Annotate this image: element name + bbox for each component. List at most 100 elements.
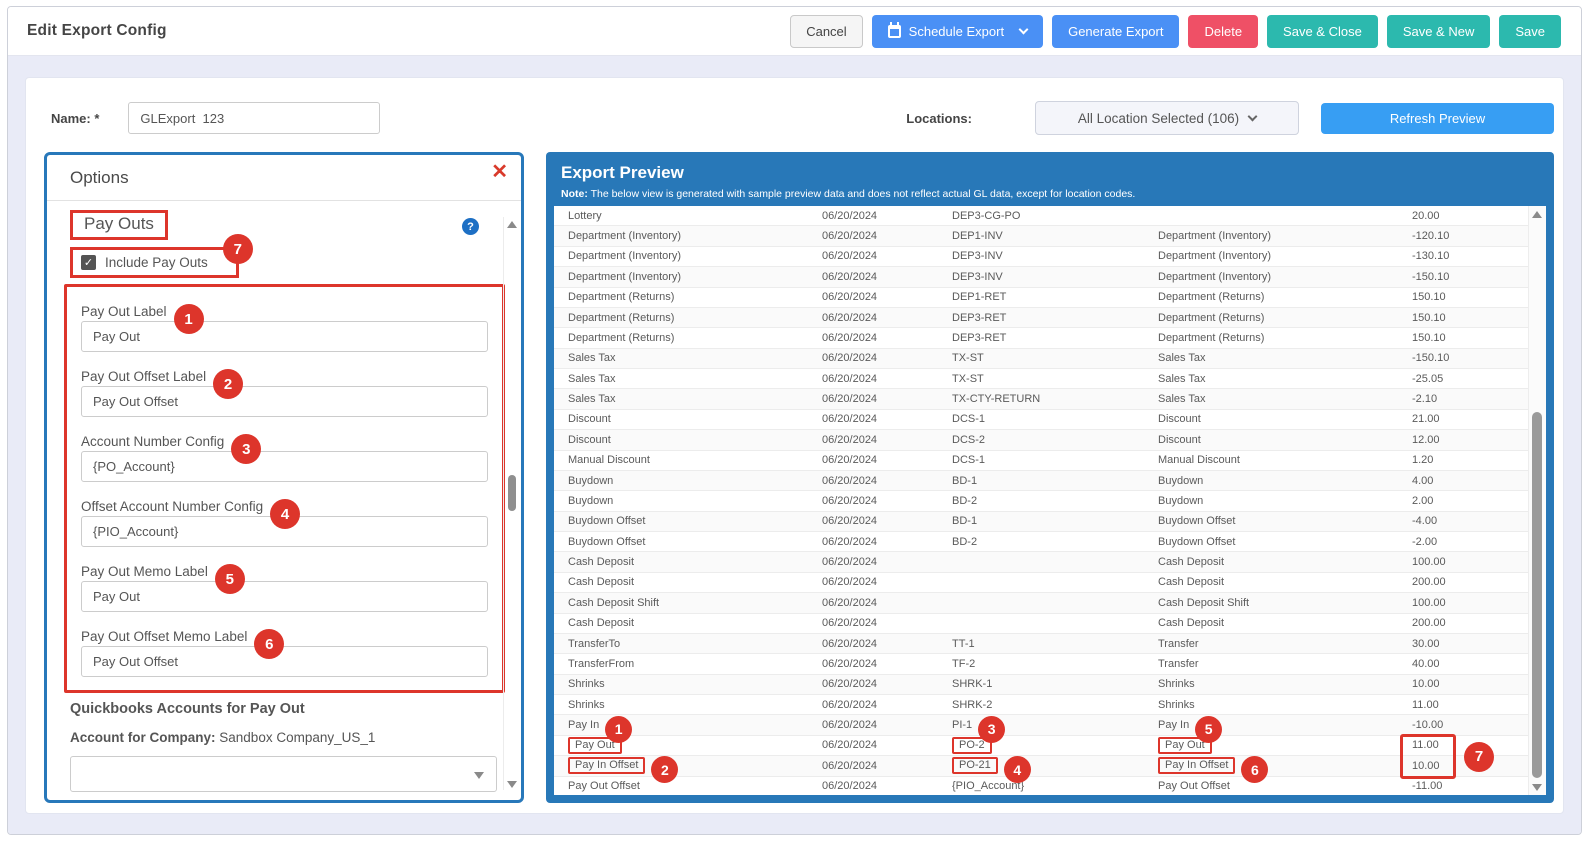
annotation-badge-4: 4 <box>270 499 300 529</box>
table-cell: Department (Returns) <box>568 332 822 344</box>
annotation-box: Pay In Offset <box>1158 757 1235 774</box>
table-row: Department (Inventory)06/20/2024DEP1-INV… <box>554 226 1528 246</box>
payout-label-input[interactable] <box>81 321 488 352</box>
table-row: Cash Deposit06/20/2024Cash Deposit200.00 <box>554 614 1528 634</box>
table-cell: 06/20/2024 <box>822 230 952 242</box>
locations-dropdown[interactable]: All Location Selected (106) <box>1035 101 1299 135</box>
table-cell: Department (Returns) <box>1158 291 1412 303</box>
payout-offset-memo-label-input[interactable] <box>81 646 488 677</box>
table-cell: Transfer <box>1158 658 1412 670</box>
table-cell: 06/20/2024 <box>822 495 952 507</box>
quickbooks-heading: Quickbooks Accounts for Pay Out <box>70 701 501 717</box>
table-cell: Department (Inventory) <box>1158 230 1412 242</box>
header-actions: Cancel Schedule Export Generate Export D… <box>790 15 1561 48</box>
table-cell: 06/20/2024 <box>822 454 952 466</box>
scroll-down-icon[interactable] <box>1532 784 1542 791</box>
table-cell: Department (Returns) <box>1158 312 1412 324</box>
table-cell: Department (Returns) <box>568 291 822 303</box>
scroll-up-icon[interactable] <box>1532 211 1542 218</box>
account-number-config-input[interactable] <box>81 451 488 482</box>
schedule-export-label: Schedule Export <box>909 24 1004 39</box>
table-row: Pay In106/20/2024PI-13Pay In5-10.00 <box>554 715 1528 735</box>
table-cell: Discount <box>1158 434 1412 446</box>
table-cell: Department (Inventory) <box>1158 271 1412 283</box>
table-cell: -2.10 <box>1412 393 1528 405</box>
name-input[interactable] <box>128 102 380 134</box>
options-panel: ✕ Options Pay Outs ? ✓ Include Pay Outs <box>44 152 524 803</box>
options-scrollbar[interactable] <box>503 217 518 790</box>
table-cell: 06/20/2024 <box>822 699 952 711</box>
table-cell: Cash Deposit <box>1158 556 1412 568</box>
locations-value: All Location Selected (106) <box>1078 111 1239 126</box>
table-cell: 06/20/2024 <box>822 271 952 283</box>
table-cell: TT-1 <box>952 638 1158 650</box>
table-row: Sales Tax06/20/2024TX-STSales Tax-150.10 <box>554 349 1528 369</box>
table-row: Department (Returns)06/20/2024DEP3-RETDe… <box>554 308 1528 328</box>
scroll-down-icon[interactable] <box>507 781 517 788</box>
payout-memo-label-input[interactable] <box>81 581 488 612</box>
table-cell: Buydown <box>568 475 822 487</box>
table-cell: Cash Deposit <box>1158 576 1412 588</box>
table-cell: BD-2 <box>952 536 1158 548</box>
table-cell: Buydown Offset <box>568 536 822 548</box>
table-row: Department (Inventory)06/20/2024DEP3-INV… <box>554 247 1528 267</box>
table-cell: DEP3-RET <box>952 312 1158 324</box>
payout-offset-label-input[interactable] <box>81 386 488 417</box>
help-icon[interactable]: ? <box>462 218 479 235</box>
delete-button[interactable]: Delete <box>1188 15 1258 48</box>
include-payouts-checkbox[interactable]: ✓ <box>81 255 96 270</box>
field-group-account-number-config: Account Number Config 3 <box>81 426 488 482</box>
table-row: Pay Out Offset06/20/2024{PIO_Account}Pay… <box>554 777 1528 796</box>
close-icon[interactable]: ✕ <box>491 162 508 182</box>
table-cell: Cash Deposit <box>568 576 822 588</box>
table-row: Cash Deposit Shift06/20/2024Cash Deposit… <box>554 593 1528 613</box>
table-cell: DEP3-RET <box>952 332 1158 344</box>
divider <box>47 200 521 201</box>
table-row: Shrinks06/20/2024SHRK-1Shrinks10.00 <box>554 675 1528 695</box>
save-and-close-button[interactable]: Save & Close <box>1267 15 1378 48</box>
calendar-icon <box>888 25 901 38</box>
export-preview-title: Export Preview <box>554 160 1546 183</box>
table-cell: 12.00 <box>1412 434 1528 446</box>
refresh-preview-button[interactable]: Refresh Preview <box>1321 103 1554 134</box>
annotation-badge-7: 7 <box>1464 742 1494 772</box>
table-row: TransferFrom06/20/2024TF-2Transfer40.00 <box>554 654 1528 674</box>
table-cell: Buydown <box>1158 495 1412 507</box>
scrollbar-thumb[interactable] <box>1532 412 1542 778</box>
table-cell: 10.00 <box>1412 678 1528 690</box>
cancel-button[interactable]: Cancel <box>790 15 862 48</box>
edit-export-config-window: Edit Export Config Cancel Schedule Expor… <box>7 6 1582 835</box>
table-cell: Sales Tax <box>568 373 822 385</box>
preview-scrollbar[interactable] <box>1528 206 1546 795</box>
table-cell: Department (Inventory) <box>568 271 822 283</box>
annotation-badge-5: 5 <box>1195 716 1222 743</box>
scrollbar-thumb[interactable] <box>508 475 516 511</box>
field-group-payout-offset-memo-label: Pay Out Offset Memo Label 6 <box>81 621 488 677</box>
quickbooks-account-select[interactable] <box>70 756 497 792</box>
table-cell: Sales Tax <box>1158 352 1412 364</box>
schedule-export-button[interactable]: Schedule Export <box>872 15 1043 48</box>
scroll-up-icon[interactable] <box>507 221 517 228</box>
payouts-section-title: Pay Outs <box>84 214 154 233</box>
table-cell: Buydown Offset <box>568 515 822 527</box>
table-cell: 06/20/2024 <box>822 638 952 650</box>
field-label: Pay Out Offset Label <box>81 369 206 384</box>
caret-down-icon <box>474 772 484 779</box>
table-cell: 06/20/2024 <box>822 678 952 690</box>
table-row: Buydown Offset06/20/2024BD-2Buydown Offs… <box>554 532 1528 552</box>
field-label: Offset Account Number Config <box>81 499 263 514</box>
table-cell: DEP3-CG-PO <box>952 210 1158 222</box>
field-group-payout-offset-label: Pay Out Offset Label 2 <box>81 361 488 417</box>
annotation-badge-2: 2 <box>213 369 243 399</box>
table-cell: Pay In Offset6 <box>1158 752 1412 779</box>
table-cell: TX-ST <box>952 373 1158 385</box>
table-cell: 11.00 <box>1412 699 1528 711</box>
save-and-new-button[interactable]: Save & New <box>1387 15 1491 48</box>
table-cell: -10.00 <box>1412 719 1528 731</box>
table-cell: Cash Deposit <box>568 617 822 629</box>
table-cell: Shrinks <box>1158 678 1412 690</box>
save-button[interactable]: Save <box>1499 15 1561 48</box>
generate-export-button[interactable]: Generate Export <box>1052 15 1179 48</box>
table-row: Department (Returns)06/20/2024DEP3-RETDe… <box>554 328 1528 348</box>
table-cell: Buydown <box>568 495 822 507</box>
